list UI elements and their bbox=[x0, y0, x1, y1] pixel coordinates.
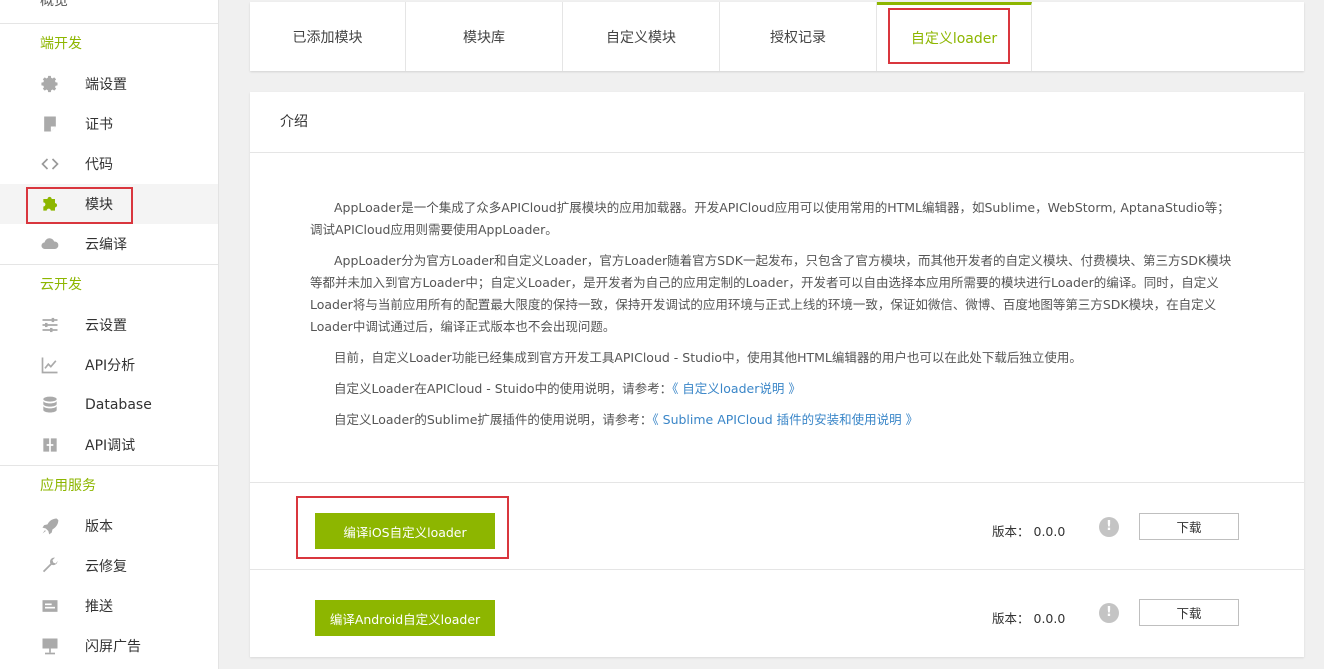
info-icon[interactable]: ! bbox=[1099, 517, 1119, 537]
sidebar-item-label: API分析 bbox=[85, 358, 136, 374]
sidebar-item-label: 云修复 bbox=[85, 559, 127, 575]
sidebar-highlight-box bbox=[26, 187, 133, 224]
sidebar: 概览 端开发 端设置 证书 代码 模块 云编译 云开发 云设置 API分析 Da… bbox=[0, 0, 219, 669]
ad-icon bbox=[38, 634, 62, 658]
sidebar-item-database[interactable]: Database bbox=[0, 385, 218, 425]
download-ios-button[interactable]: 下载 bbox=[1139, 513, 1239, 540]
sidebar-item-label: 证书 bbox=[85, 117, 113, 133]
sidebar-top: 概览 bbox=[0, 0, 218, 24]
sidebar-section-cloud: 云开发 云设置 API分析 Database API调试 bbox=[0, 265, 218, 466]
sublime-plugin-link[interactable]: 《 Sublime APICloud 插件的安装和使用说明 》 bbox=[652, 412, 918, 427]
sidebar-item-overview[interactable]: 概览 bbox=[40, 0, 68, 10]
tab-added-modules[interactable]: 已添加模块 bbox=[250, 2, 406, 71]
tab-module-library[interactable]: 模块库 bbox=[406, 2, 563, 71]
paragraph-text: 目前，自定义Loader功能已经集成到官方开发工具APICloud - Stud… bbox=[334, 350, 1082, 365]
wrench-icon bbox=[38, 554, 62, 578]
intro-paragraph: 自定义Loader在APICloud - Stuido中的使用说明，请参考：《 … bbox=[310, 378, 1240, 400]
gear-icon bbox=[38, 72, 62, 96]
code-icon bbox=[38, 152, 62, 176]
version-label-text: 版本： bbox=[992, 524, 1030, 539]
paragraph-text: AppLoader是一个集成了众多APICloud扩展模块的应用加载器。开发AP… bbox=[310, 200, 1230, 237]
paragraph-text: AppLoader分为官方Loader和自定义Loader，官方Loader随着… bbox=[310, 253, 1232, 334]
intro-paragraph: AppLoader是一个集成了众多APICloud扩展模块的应用加载器。开发AP… bbox=[310, 197, 1240, 241]
intro-text: AppLoader是一个集成了众多APICloud扩展模块的应用加载器。开发AP… bbox=[250, 153, 1304, 483]
paragraph-text: 自定义Loader在APICloud - Stuido中的使用说明，请参考： bbox=[334, 381, 673, 396]
sidebar-item-cloud-fix[interactable]: 云修复 bbox=[0, 546, 218, 586]
sidebar-item-label: 推送 bbox=[85, 599, 113, 615]
paragraph-text: 自定义Loader的Sublime扩展插件的使用说明，请参考： bbox=[334, 412, 653, 427]
build-highlight-box bbox=[296, 496, 509, 559]
version-value: 0.0.0 bbox=[1033, 611, 1066, 626]
build-row-android: 编译Android自定义loader 版本： 0.0.0 ! 下载 bbox=[250, 570, 1304, 657]
sidebar-section-device: 端开发 端设置 证书 代码 模块 云编译 bbox=[0, 24, 218, 265]
rocket-icon bbox=[38, 514, 62, 538]
chart-icon bbox=[38, 353, 62, 377]
tab-highlight-box bbox=[888, 8, 1010, 64]
sidebar-item-device-settings[interactable]: 端设置 bbox=[0, 64, 218, 104]
database-icon bbox=[38, 393, 62, 417]
tab-custom-modules[interactable]: 自定义模块 bbox=[563, 2, 720, 71]
tab-auth-records[interactable]: 授权记录 bbox=[720, 2, 877, 71]
debug-icon bbox=[38, 433, 62, 457]
version-label: 版本： 0.0.0 bbox=[992, 521, 1065, 540]
sidebar-item-label: Database bbox=[85, 397, 152, 413]
intro-paragraph: 目前，自定义Loader功能已经集成到官方开发工具APICloud - Stud… bbox=[310, 347, 1240, 369]
intro-paragraph: AppLoader分为官方Loader和自定义Loader，官方Loader随着… bbox=[310, 250, 1240, 338]
version-value: 0.0.0 bbox=[1033, 524, 1066, 539]
sliders-icon bbox=[38, 313, 62, 337]
version-label-text: 版本： bbox=[992, 611, 1030, 626]
sidebar-item-splash-ad[interactable]: 闪屏广告 bbox=[0, 626, 218, 666]
sidebar-item-certificate[interactable]: 证书 bbox=[0, 104, 218, 144]
loader-guide-link[interactable]: 《 自定义loader说明 》 bbox=[672, 381, 801, 396]
sidebar-item-api-debug[interactable]: API调试 bbox=[0, 425, 218, 465]
sidebar-section-title: 应用服务 bbox=[40, 478, 96, 494]
sidebar-item-label: 代码 bbox=[85, 157, 113, 173]
sidebar-section-title: 云开发 bbox=[40, 277, 82, 293]
intro-paragraph: 自定义Loader的Sublime扩展插件的使用说明，请参考：《 Sublime… bbox=[310, 409, 1240, 431]
sidebar-item-label: 云编译 bbox=[85, 237, 127, 253]
download-android-button[interactable]: 下载 bbox=[1139, 599, 1239, 626]
sidebar-item-label: 端设置 bbox=[85, 77, 127, 93]
module-tabs: 已添加模块 模块库 自定义模块 授权记录 自定义loader bbox=[250, 2, 1304, 71]
info-icon[interactable]: ! bbox=[1099, 603, 1119, 623]
sidebar-item-label: 云设置 bbox=[85, 318, 127, 334]
sidebar-item-label: API调试 bbox=[85, 438, 136, 454]
sidebar-section-services: 应用服务 版本 云修复 推送 闪屏广告 bbox=[0, 466, 218, 666]
build-android-loader-button[interactable]: 编译Android自定义loader bbox=[315, 600, 495, 636]
sidebar-item-version[interactable]: 版本 bbox=[0, 506, 218, 546]
certificate-icon bbox=[38, 112, 62, 136]
sidebar-item-label: 版本 bbox=[85, 519, 113, 535]
loader-card: 介绍 AppLoader是一个集成了众多APICloud扩展模块的应用加载器。开… bbox=[250, 92, 1304, 657]
sidebar-item-api-analytics[interactable]: API分析 bbox=[0, 345, 218, 385]
sidebar-item-label: 闪屏广告 bbox=[85, 639, 141, 655]
version-label: 版本： 0.0.0 bbox=[992, 608, 1065, 627]
sidebar-section-title: 端开发 bbox=[40, 36, 82, 52]
sidebar-item-cloud-settings[interactable]: 云设置 bbox=[0, 305, 218, 345]
push-icon bbox=[38, 594, 62, 618]
sidebar-item-cloud-compile[interactable]: 云编译 bbox=[0, 224, 218, 264]
cloud-icon bbox=[38, 232, 62, 256]
sidebar-item-push[interactable]: 推送 bbox=[0, 586, 218, 626]
card-title: 介绍 bbox=[250, 92, 1304, 153]
sidebar-item-code[interactable]: 代码 bbox=[0, 144, 218, 184]
